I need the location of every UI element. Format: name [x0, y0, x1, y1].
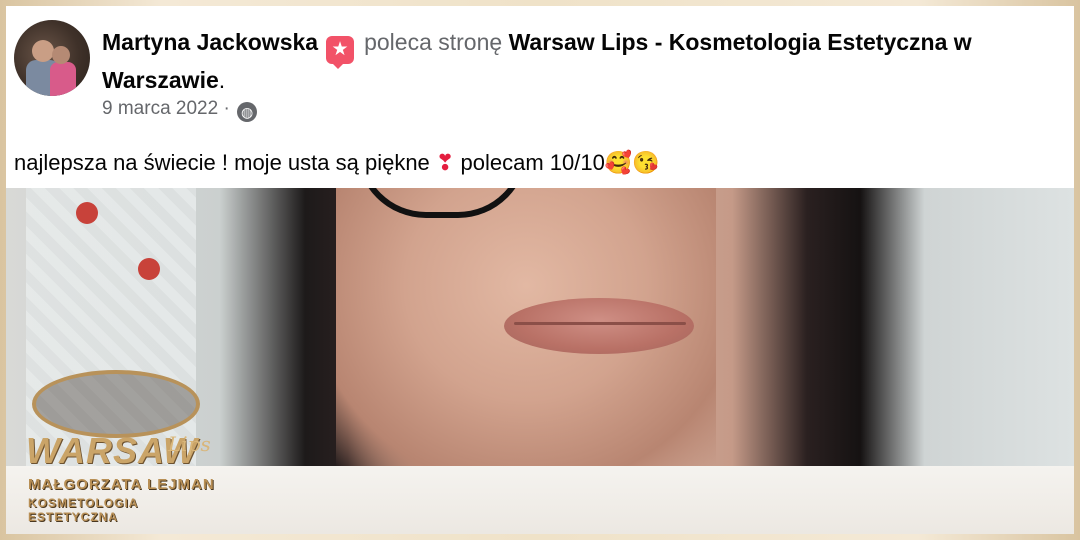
- pillow-dot: [138, 258, 160, 280]
- avatar-face: [32, 40, 54, 62]
- post-date-link[interactable]: 9 marca 2022: [102, 98, 218, 119]
- lips-image: [504, 298, 694, 354]
- meta-separator: ·: [223, 98, 230, 119]
- emoji-end: 🥰😘: [604, 150, 660, 175]
- page-suffix: .: [218, 67, 226, 93]
- pillow-dot: [76, 202, 98, 224]
- logo-owner: MAŁGORZATA LEJMAN: [28, 476, 215, 493]
- lips-logo-icon: [32, 370, 200, 438]
- post-text-part1: najlepsza na świecie ! moje usta są pięk…: [14, 150, 430, 175]
- post-header: Martyna Jackowska ★ poleca stronę Warsaw L…: [102, 26, 1052, 96]
- post-text: najlepsza na świecie ! moje usta są pięk…: [14, 150, 660, 176]
- globe-icon[interactable]: ◍: [237, 102, 258, 122]
- logo-script: Lips: [168, 432, 211, 456]
- author-name-link[interactable]: Martyna Jackowska: [102, 29, 318, 55]
- avatar-person: [50, 62, 76, 96]
- heart-emoji: ❣: [435, 150, 455, 175]
- avatar-face: [52, 46, 70, 64]
- logo-subtitle: KOSMETOLOGIA ESTETYCZNA: [28, 496, 139, 524]
- post-text-part2: polecam 10/10: [460, 150, 605, 175]
- recommend-icon: ★: [326, 36, 355, 69]
- post-meta: 9 marca 2022 · ◍: [102, 98, 258, 122]
- author-avatar[interactable]: [14, 20, 90, 96]
- warsaw-lips-logo: WARSAW Lips MAŁGORZATA LEJMAN KOSMETOLOG…: [18, 364, 218, 524]
- recommend-verb: poleca stronę: [364, 29, 503, 55]
- lips-line: [514, 322, 686, 325]
